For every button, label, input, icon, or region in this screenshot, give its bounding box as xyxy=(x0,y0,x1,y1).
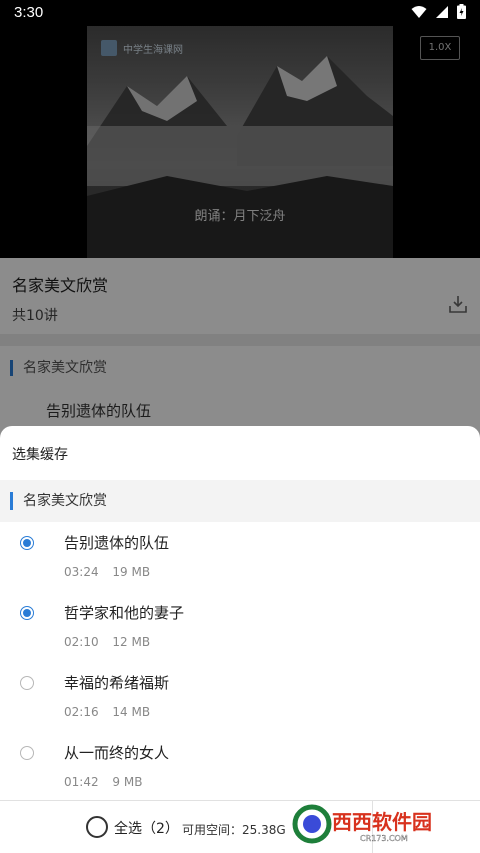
episode-name: 从一而终的女人 xyxy=(64,744,170,762)
status-bar: 3:30 xyxy=(0,0,480,26)
episode-size: 12 MB xyxy=(112,635,151,649)
episode-row[interactable]: 幸福的希绪福斯 02:16 14 MB xyxy=(0,662,480,733)
sheet-section-label: 名家美文欣赏 xyxy=(10,492,107,510)
radio-unselected-icon[interactable] xyxy=(20,746,34,760)
status-time: 3:30 xyxy=(14,4,44,21)
episode-row[interactable]: 从一而终的女人 01:42 9 MB xyxy=(0,732,480,803)
status-icons xyxy=(411,4,466,19)
radio-selected-icon[interactable] xyxy=(20,606,34,620)
wifi-icon xyxy=(411,5,427,18)
episode-name: 哲学家和他的妻子 xyxy=(64,604,185,622)
episode-duration: 02:10 xyxy=(64,635,99,649)
radio-selected-icon[interactable] xyxy=(20,536,34,550)
episode-duration: 03:24 xyxy=(64,565,99,579)
svg-text:CR173.COM: CR173.COM xyxy=(360,834,408,843)
episode-meta: 03:24 19 MB xyxy=(64,565,150,579)
watermark-logo: 西西软件园 CR173.COM xyxy=(292,804,432,844)
episode-row[interactable]: 告别遗体的队伍 03:24 19 MB xyxy=(0,522,480,593)
select-all-label[interactable]: 全选（2） xyxy=(114,818,179,838)
episode-meta: 02:16 14 MB xyxy=(64,705,150,719)
episode-meta: 02:10 12 MB xyxy=(64,635,150,649)
episode-size: 19 MB xyxy=(112,565,151,579)
episode-name: 告别遗体的队伍 xyxy=(64,534,170,552)
available-space: 可用空间：25.38G xyxy=(182,823,286,837)
episode-size: 9 MB xyxy=(112,775,143,789)
episode-row[interactable]: 哲学家和他的妻子 02:10 12 MB xyxy=(0,592,480,663)
episode-duration: 01:42 xyxy=(64,775,99,789)
radio-unselected-icon[interactable] xyxy=(20,676,34,690)
modal-overlay[interactable] xyxy=(0,26,480,446)
episode-duration: 02:16 xyxy=(64,705,99,719)
episode-name: 幸福的希绪福斯 xyxy=(64,674,170,692)
battery-icon xyxy=(457,4,466,19)
signal-icon xyxy=(436,5,448,18)
select-all-radio-icon[interactable] xyxy=(86,816,108,838)
cache-selection-sheet: 选集缓存 名家美文欣赏 告别遗体的队伍 03:24 19 MB 哲学家和他的妻子… xyxy=(0,426,480,853)
svg-text:西西软件园: 西西软件园 xyxy=(332,810,432,834)
sheet-section-header: 名家美文欣赏 xyxy=(0,480,480,522)
sheet-title: 选集缓存 xyxy=(12,447,68,463)
episode-size: 14 MB xyxy=(112,705,151,719)
episode-meta: 01:42 9 MB xyxy=(64,775,142,789)
